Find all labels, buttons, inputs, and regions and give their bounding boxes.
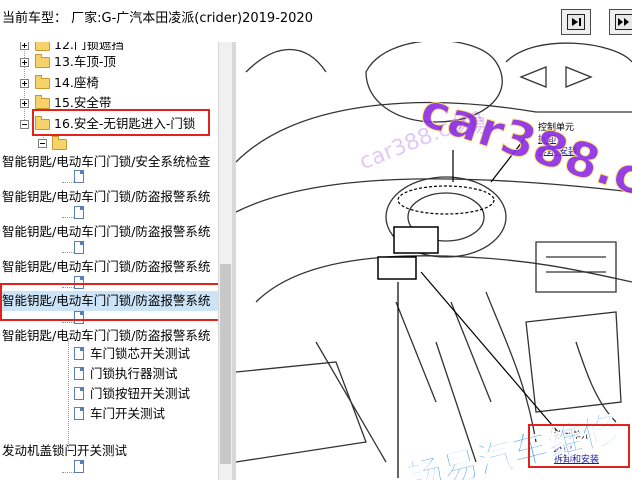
tree-item-label: 门锁按钮开关测试 xyxy=(90,386,191,401)
folder-icon xyxy=(35,75,50,89)
folder-icon xyxy=(35,95,50,109)
tree-item-label: 智能钥匙/电动车门门锁/安全系统检查 xyxy=(2,154,211,169)
tree-item-doc[interactable]: 智能钥匙/电动车门门锁/防盗报警系统 xyxy=(0,257,218,277)
document-tree[interactable]: 12.门锁遮挡 13.车顶-顶 14.座椅 15.安全带 16.安全-无钥匙进入… xyxy=(0,42,218,480)
callout-top-link-remove[interactable]: 拆卸 xyxy=(538,134,577,146)
expand-icon[interactable] xyxy=(20,42,29,50)
callout-top-title: 控制单元 xyxy=(538,123,575,133)
document-icon xyxy=(74,367,84,380)
control-unit-bottom xyxy=(377,256,417,280)
tree-item-label: 门锁执行器测试 xyxy=(90,366,178,381)
diagram-pane: 控制单元 拆卸 拆卸/安装 控制单元 拆卸 拆卸和安装 car388.com c… xyxy=(236,42,632,480)
tree-item-label: 14.座椅 xyxy=(54,75,99,90)
tree-item-doc[interactable]: 车门开关测试 xyxy=(0,404,218,424)
tree-item-doc[interactable]: 发动机盖锁闩开关测试 xyxy=(0,441,218,461)
document-icon xyxy=(74,170,84,183)
folder-open-icon xyxy=(52,136,67,150)
tree-item-doc[interactable]: 车门锁芯开关测试 xyxy=(0,344,218,364)
callout-top-link-install[interactable]: 拆卸/安装 xyxy=(538,146,577,158)
tree-item-label: 智能钥匙/电动车门门锁/防盗报警系统 xyxy=(2,259,211,274)
tree-item-label: 智能钥匙/电动车门门锁/防盗报警系统 xyxy=(2,189,211,204)
tree-item-doc[interactable]: 门锁执行器测试 xyxy=(0,364,218,384)
tree-item-label: 13.车顶-顶 xyxy=(54,54,116,69)
scrollbar-thumb[interactable] xyxy=(220,264,231,464)
window-title: 当前车型： 厂家:G-广汽本田凌派(crider)2019-2020 xyxy=(2,11,313,26)
control-unit-top xyxy=(393,226,439,254)
tree-item-14[interactable]: 14.座椅 xyxy=(0,73,218,93)
next-page-button[interactable] xyxy=(609,9,632,35)
highlight-folder-16 xyxy=(32,109,210,136)
title-bar: 当前车型： 厂家:G-广汽本田凌派(crider)2019-2020 xyxy=(0,0,632,42)
highlight-selected-doc xyxy=(0,283,239,321)
document-icon xyxy=(74,206,84,219)
next-page-icon xyxy=(615,14,632,30)
tree-item-doc[interactable]: 智能钥匙/电动车门门锁/安全系统检查 xyxy=(0,152,218,172)
folder-icon xyxy=(35,42,50,51)
tree-item-label: 发动机盖锁闩开关测试 xyxy=(2,443,128,458)
expand-icon[interactable] xyxy=(20,58,29,67)
folder-icon xyxy=(35,54,50,68)
document-icon xyxy=(74,460,84,473)
tree-item-label: 智能钥匙/电动车门门锁/防盗报警系统 xyxy=(2,328,211,343)
tree-connector xyxy=(62,182,74,184)
tree-item-doc[interactable]: 智能钥匙/电动车门门锁/防盗报警系统 xyxy=(0,326,218,346)
tree-subfolder[interactable] xyxy=(0,134,218,154)
prev-page-button[interactable] xyxy=(561,9,591,35)
tree-item-doc[interactable]: 智能钥匙/电动车门门锁/防盗报警系统 xyxy=(0,187,218,207)
document-icon xyxy=(74,241,84,254)
tree-connector xyxy=(62,322,74,324)
tree-item-label: 车门锁芯开关测试 xyxy=(90,346,191,361)
tree-item-doc[interactable]: 门锁按钮开关测试 xyxy=(0,384,218,404)
callout-top: 控制单元 拆卸 拆卸/安装 xyxy=(538,122,577,158)
document-icon xyxy=(74,407,84,420)
tree-item-label: 智能钥匙/电动车门门锁/防盗报警系统 xyxy=(2,224,211,239)
tree-item-doc[interactable]: 智能钥匙/电动车门门锁/防盗报警系统 xyxy=(0,222,218,242)
document-icon xyxy=(74,387,84,400)
document-icon xyxy=(74,347,84,360)
collapse-icon[interactable] xyxy=(20,120,29,129)
expand-icon[interactable] xyxy=(20,99,29,108)
tree-connector xyxy=(62,252,74,254)
expand-icon[interactable] xyxy=(20,79,29,88)
tree-connector xyxy=(62,472,74,474)
prev-page-icon xyxy=(567,14,585,30)
highlight-callout xyxy=(528,424,630,468)
tree-scrollbar[interactable] xyxy=(218,42,232,480)
tree-item-13[interactable]: 13.车顶-顶 xyxy=(0,52,218,72)
tree-item-label: 车门开关测试 xyxy=(90,406,166,421)
dashboard-diagram xyxy=(236,42,632,478)
tree-connector xyxy=(62,217,74,219)
collapse-icon[interactable] xyxy=(38,139,47,148)
